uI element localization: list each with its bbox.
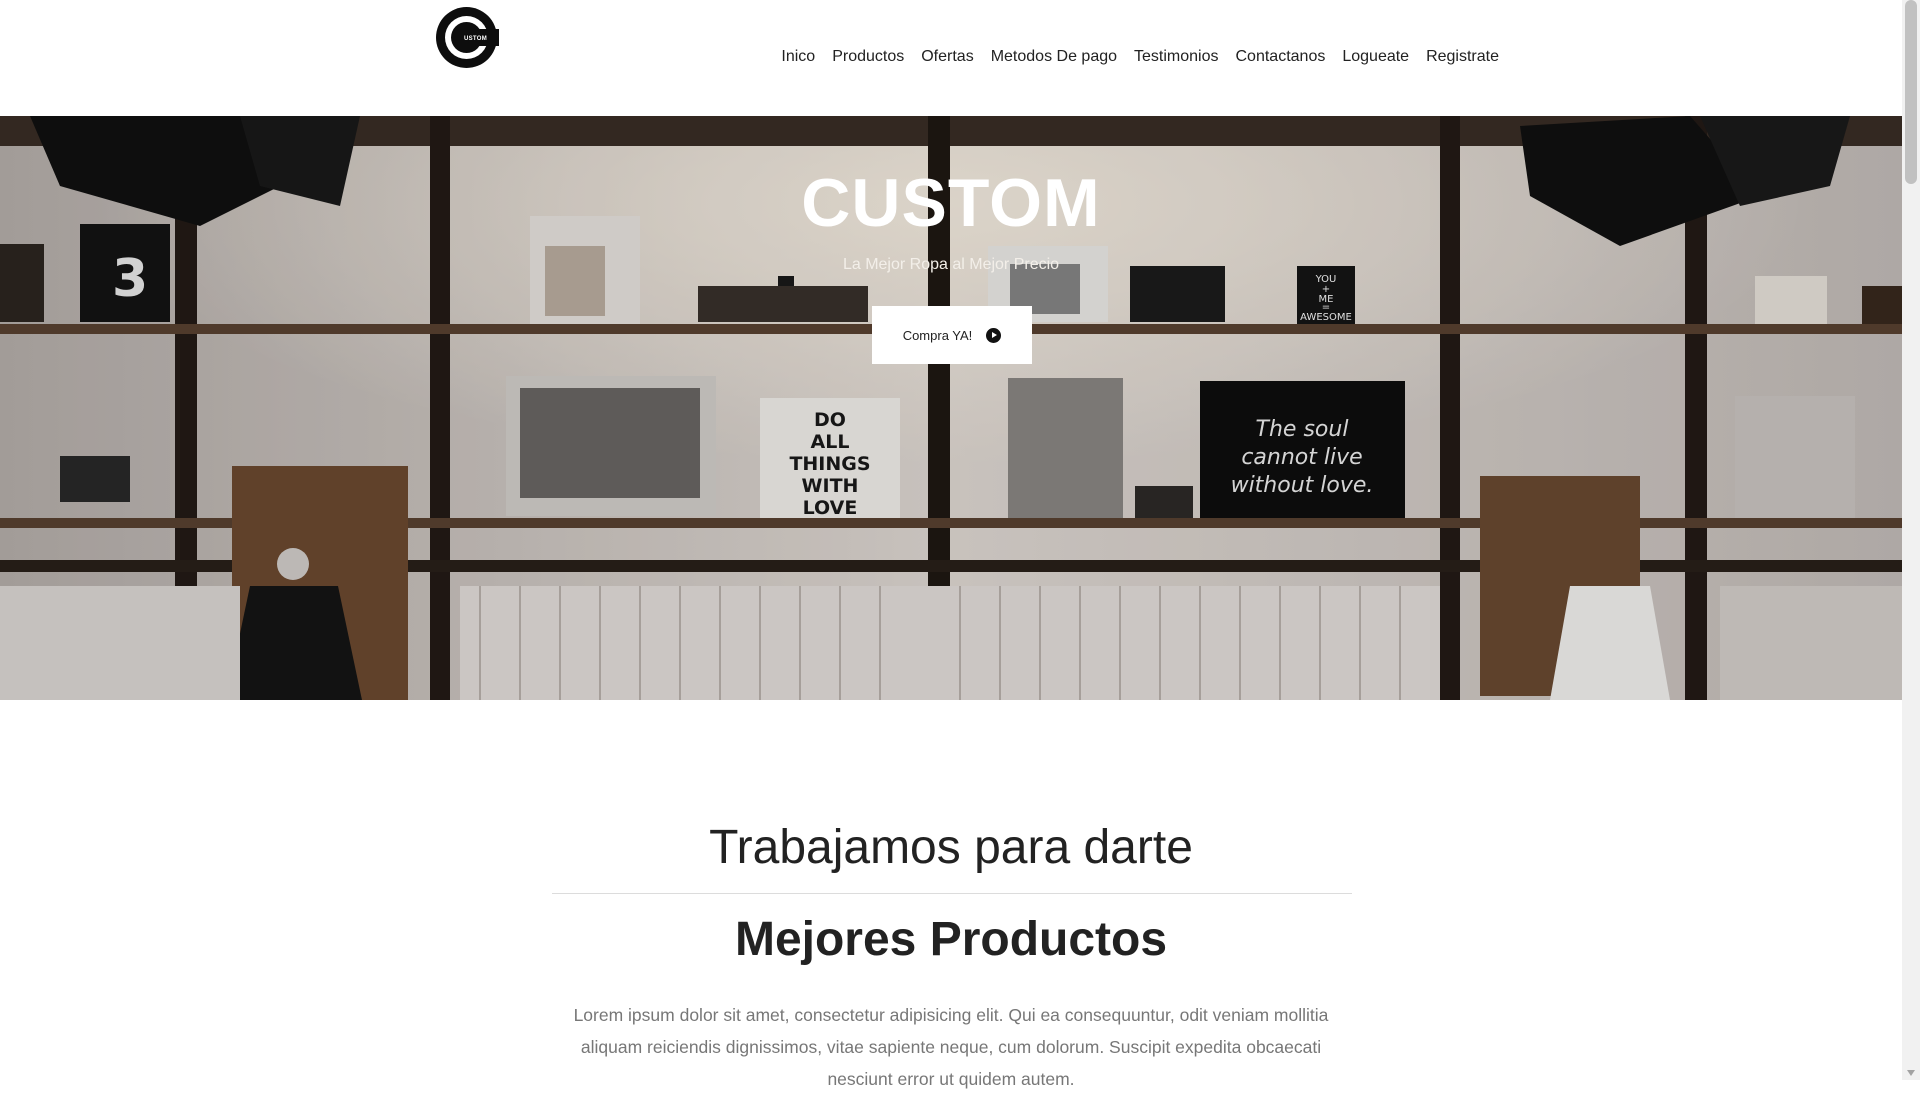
- section-divider: [552, 893, 1352, 894]
- hero-subtitle: La Mejor Ropa al Mejor Precio: [842, 256, 1060, 273]
- nav-item-productos[interactable]: Productos: [832, 48, 904, 66]
- hero-title: CUSTOM: [801, 165, 1101, 241]
- nav-item-testimonios[interactable]: Testimonios: [1134, 48, 1218, 66]
- hero-banner: 3 YOU + ME = AWESOME DO ALL THINGS WITH …: [0, 116, 1902, 700]
- nav-item-logueate[interactable]: Logueate: [1342, 48, 1409, 66]
- nav-item-inicio[interactable]: Inico: [781, 48, 815, 66]
- custom-logo[interactable]: USTOM: [436, 7, 499, 68]
- play-circle-icon: [986, 327, 1002, 343]
- shop-now-button[interactable]: Compra YA!: [872, 306, 1032, 364]
- nav-item-ofertas[interactable]: Ofertas: [921, 48, 973, 66]
- main-nav: Inico Productos Ofertas Metodos De pago …: [781, 48, 1499, 66]
- page-scrollbar[interactable]: [1902, 0, 1920, 1080]
- shop-now-label: Compra YA!: [902, 327, 973, 343]
- section-subheading: Mejores Productos: [734, 913, 1168, 966]
- site-header: USTOM Inico Productos Ofertas Metodos De…: [0, 0, 1902, 116]
- scrollbar-thumb[interactable]: [1905, 0, 1917, 184]
- nav-item-metodos-pago[interactable]: Metodos De pago: [991, 48, 1117, 66]
- nav-item-registrate[interactable]: Registrate: [1426, 48, 1499, 66]
- section-paragraph: Lorem ipsum dolor sit amet, consectetur …: [573, 1005, 1329, 1089]
- logo-text: USTOM: [464, 36, 488, 42]
- scroll-down-icon[interactable]: [1907, 1070, 1915, 1076]
- nav-item-contactanos[interactable]: Contactanos: [1236, 48, 1326, 66]
- section-heading: Trabajamos para darte: [709, 821, 1193, 874]
